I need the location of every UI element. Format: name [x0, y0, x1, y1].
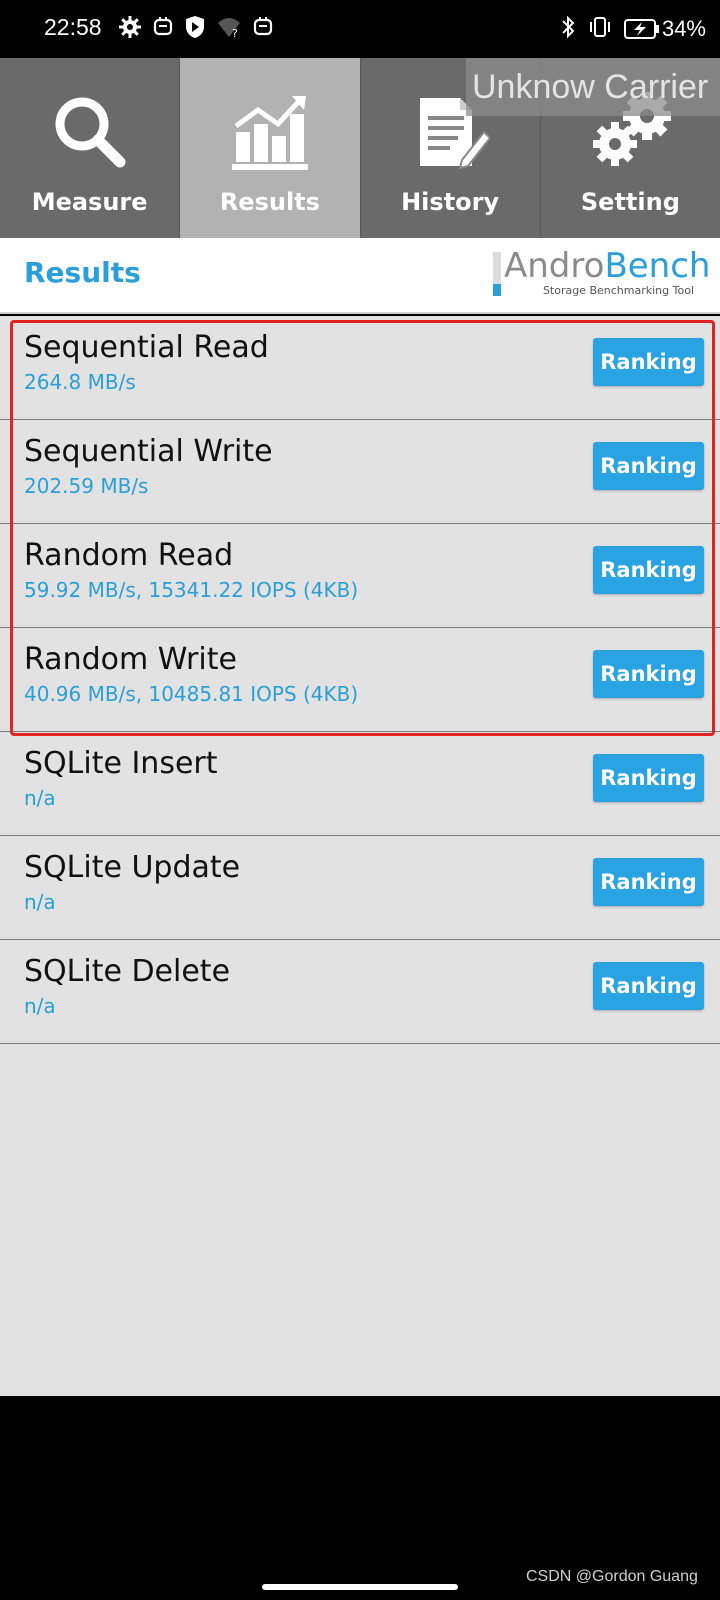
ranking-button[interactable]: Ranking	[593, 754, 704, 802]
robot-icon	[152, 15, 174, 43]
tab-history-label: History	[401, 188, 500, 216]
chart-icon	[230, 86, 310, 178]
ranking-button[interactable]: Ranking	[593, 650, 704, 698]
list-item: SQLite Update n/a Ranking	[0, 836, 720, 940]
result-title: SQLite Insert	[24, 746, 218, 781]
list-item: SQLite Insert n/a Ranking	[0, 732, 720, 836]
ranking-button[interactable]: Ranking	[593, 442, 704, 490]
tab-results[interactable]: Results	[180, 58, 361, 238]
search-icon	[50, 86, 130, 178]
androbench-logo: AndroBench Storage Benchmarking Tool	[490, 246, 710, 300]
tab-setting-label: Setting	[580, 188, 680, 216]
status-time: 22:58	[44, 14, 102, 40]
results-header: Results AndroBench Storage Benchmarking …	[0, 238, 720, 314]
result-title: Sequential Write	[24, 434, 273, 469]
list-item: Sequential Read 264.8 MB/s Ranking	[0, 316, 720, 420]
battery-charging-icon: 34%	[623, 16, 706, 42]
result-value: 264.8 MB/s	[24, 370, 136, 394]
status-icons-left: ?	[118, 16, 274, 42]
result-title: Random Read	[24, 538, 234, 573]
ranking-button[interactable]: Ranking	[593, 962, 704, 1010]
list-item: Random Read 59.92 MB/s, 15341.22 IOPS (4…	[0, 524, 720, 628]
result-value: 59.92 MB/s, 15341.22 IOPS (4KB)	[24, 578, 359, 602]
ranking-button[interactable]: Ranking	[593, 546, 704, 594]
status-bar: 22:58 ? 34%	[0, 0, 720, 58]
gesture-bar[interactable]	[262, 1584, 458, 1590]
tab-measure[interactable]: Measure	[0, 58, 181, 238]
logo-text-bench: Bench	[604, 246, 711, 286]
result-title: Sequential Read	[24, 330, 269, 365]
bluetooth-icon	[560, 14, 576, 44]
carrier-overlay: Unknow Carrier	[466, 58, 720, 116]
result-title: SQLite Delete	[24, 954, 231, 989]
result-title: Random Write	[24, 642, 237, 677]
watermark: CSDN @Gordon Guang	[526, 1568, 698, 1585]
results-list: Sequential Read 264.8 MB/s Ranking Seque…	[0, 316, 720, 1396]
result-value: 202.59 MB/s	[24, 474, 149, 498]
result-title: SQLite Update	[24, 850, 241, 885]
tab-results-label: Results	[219, 188, 320, 216]
list-item: SQLite Delete n/a Ranking	[0, 940, 720, 1044]
logo-text-andro: Andro	[504, 246, 605, 286]
ranking-button[interactable]: Ranking	[593, 338, 704, 386]
robot-icon	[252, 15, 274, 43]
shield-play-icon	[184, 15, 206, 43]
battery-percent: 34%	[661, 16, 706, 41]
result-value: 40.96 MB/s, 10485.81 IOPS (4KB)	[24, 682, 359, 706]
status-icons-right: 34%	[560, 14, 706, 44]
result-value: n/a	[24, 786, 56, 810]
list-item: Sequential Write 202.59 MB/s Ranking	[0, 420, 720, 524]
logo-subtitle: Storage Benchmarking Tool	[542, 284, 694, 297]
page-title: Results	[24, 256, 141, 289]
gear-icon	[118, 15, 142, 43]
vibrate-icon	[588, 15, 612, 43]
ranking-button[interactable]: Ranking	[593, 858, 704, 906]
list-item: Random Write 40.96 MB/s, 10485.81 IOPS (…	[0, 628, 720, 732]
wifi-question-icon: ?	[216, 15, 242, 43]
result-value: n/a	[24, 994, 56, 1018]
svg-text:?: ?	[232, 27, 238, 39]
result-value: n/a	[24, 890, 56, 914]
tab-measure-label: Measure	[31, 188, 148, 216]
